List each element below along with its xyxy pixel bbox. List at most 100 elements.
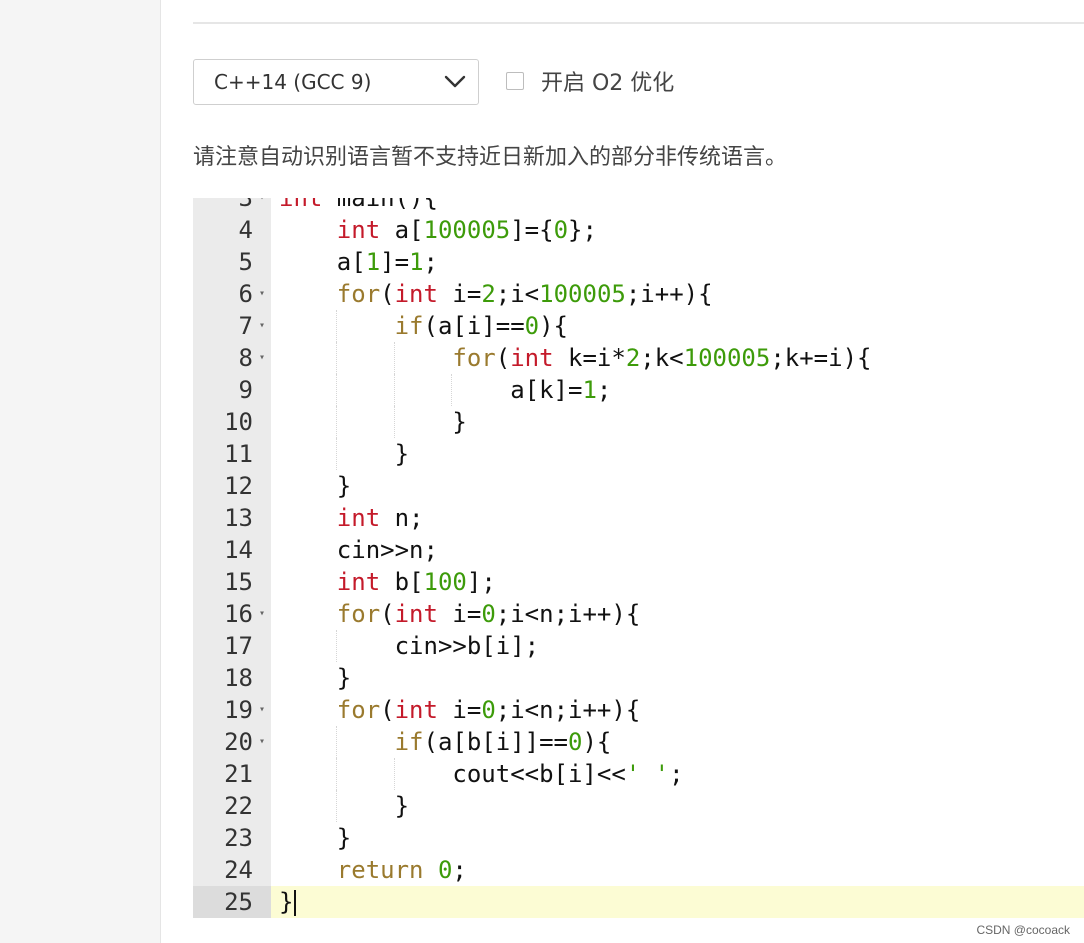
code-text: int b[100]; [279, 566, 496, 598]
code-line[interactable]: 5 a[1]=1; [193, 246, 1084, 278]
code-token: if [394, 312, 424, 340]
code-token: ( [380, 696, 395, 724]
code-text: a[1]=1; [279, 246, 438, 278]
indent-guide [335, 758, 337, 790]
code-token: 1 [365, 248, 381, 276]
code-line[interactable]: 17 cin>>b[i]; [193, 630, 1084, 662]
code-token: } [279, 472, 352, 500]
line-number: 12 [224, 472, 253, 500]
code-token: 0 [568, 728, 583, 756]
code-text: } [279, 790, 409, 822]
code-line[interactable]: 24 return 0; [193, 854, 1084, 886]
code-line[interactable]: 4 int a[100005]={0}; [193, 214, 1084, 246]
code-token: main(){ [322, 198, 438, 212]
o2-optimization-toggle[interactable]: 开启 O2 优化 [506, 66, 674, 96]
code-token: } [279, 888, 294, 916]
code-token: return [336, 856, 424, 884]
fold-arrow-icon[interactable]: ▾ [257, 278, 267, 310]
top-divider [193, 22, 1084, 24]
code-token: int [510, 344, 554, 372]
code-text: for(int i=0;i<n;i++){ [279, 598, 640, 630]
code-line[interactable]: 10 } [193, 406, 1084, 438]
code-token: 2 [481, 280, 496, 308]
code-text: cin>>b[i]; [279, 630, 539, 662]
code-line[interactable]: 15 int b[100]; [193, 566, 1084, 598]
code-line[interactable]: 19 ▾ for(int i=0;i<n;i++){ [193, 694, 1084, 726]
code-line[interactable]: 7 ▾ if(a[i]==0){ [193, 310, 1084, 342]
o2-checkbox[interactable] [506, 72, 524, 90]
code-token: ( [380, 600, 395, 628]
code-token: } [279, 408, 467, 436]
code-token: cin>>n; [279, 536, 438, 564]
code-editor[interactable]: 3▾int main(){4 int a[100005]={0};5 a[1]=… [193, 198, 1084, 918]
code-line[interactable]: 11 } [193, 438, 1084, 470]
code-line[interactable]: 12 } [193, 470, 1084, 502]
code-token: ' ' [625, 760, 670, 788]
code-line[interactable]: 20 ▾ if(a[b[i]]==0){ [193, 726, 1084, 758]
line-number: 5 [238, 248, 253, 276]
code-token: ;i< [495, 280, 540, 308]
code-line[interactable]: 18 } [193, 662, 1084, 694]
fold-arrow-icon[interactable]: ▾ [257, 310, 267, 342]
code-line[interactable]: 23 } [193, 822, 1084, 854]
code-line[interactable]: 22 } [193, 790, 1084, 822]
code-token: int [394, 696, 438, 724]
indent-guide [393, 406, 395, 438]
code-token: 1 [409, 248, 424, 276]
code-line[interactable]: 9 a[k]=1; [193, 374, 1084, 406]
line-number: 15 [224, 568, 253, 596]
code-token: 0 [524, 312, 540, 340]
code-line[interactable]: 13 int n; [193, 502, 1084, 534]
code-line[interactable]: 8 ▾ for(int k=i*2;k<100005;k+=i){ [193, 342, 1084, 374]
language-select[interactable]: C++14 (GCC 9) [193, 59, 479, 105]
code-token: i= [437, 280, 482, 308]
code-text: for(int i=2;i<100005;i++){ [279, 278, 713, 310]
fold-arrow-icon[interactable]: ▾ [257, 726, 267, 758]
code-token: ;i<n;i++){ [495, 696, 641, 724]
code-line[interactable]: 3▾int main(){ [193, 198, 1084, 214]
language-notice: 请注意自动识别语言暂不支持近日新加入的部分非传统语言。 [193, 145, 788, 170]
code-token: ;k< [640, 344, 684, 372]
line-number: 23 [224, 824, 253, 852]
code-text: for(int i=0;i<n;i++){ [279, 694, 640, 726]
code-token: ]; [466, 568, 496, 596]
code-token: ; [452, 856, 467, 884]
indent-guide [393, 374, 395, 406]
code-token: 100 [423, 568, 467, 596]
code-token: ;i++){ [625, 280, 713, 308]
code-token: i= [437, 600, 482, 628]
fold-arrow-icon[interactable]: ▾ [257, 198, 267, 214]
watermark: CSDN @cocoack [976, 923, 1070, 937]
code-line[interactable]: 25} [193, 886, 1084, 918]
code-line[interactable]: 21 cout<<b[i]<<' '; [193, 758, 1084, 790]
indent-guide [335, 438, 337, 470]
indent-guide [335, 790, 337, 822]
code-token: if [394, 728, 424, 756]
code-lines: 3▾int main(){4 int a[100005]={0};5 a[1]=… [193, 198, 1084, 918]
code-token: int [394, 280, 438, 308]
code-text: } [279, 662, 351, 694]
code-line[interactable]: 14 cin>>n; [193, 534, 1084, 566]
fold-arrow-icon[interactable]: ▾ [257, 694, 267, 726]
code-token: int [394, 600, 438, 628]
code-line[interactable]: 6 ▾ for(int i=2;i<100005;i++){ [193, 278, 1084, 310]
code-token: ]={ [510, 216, 554, 244]
indent-guide [335, 374, 337, 406]
code-token: ;i<n;i++){ [495, 600, 641, 628]
code-token: 0 [481, 600, 496, 628]
code-token: ){ [582, 728, 612, 756]
code-token: int [279, 198, 323, 212]
code-token: i= [437, 696, 482, 724]
code-text: if(a[b[i]]==0){ [279, 726, 611, 758]
fold-arrow-icon[interactable]: ▾ [257, 342, 267, 374]
fold-arrow-icon[interactable]: ▾ [257, 598, 267, 630]
code-token: } [279, 792, 410, 820]
code-token: } [279, 440, 410, 468]
code-line[interactable]: 16 ▾ for(int i=0;i<n;i++){ [193, 598, 1084, 630]
